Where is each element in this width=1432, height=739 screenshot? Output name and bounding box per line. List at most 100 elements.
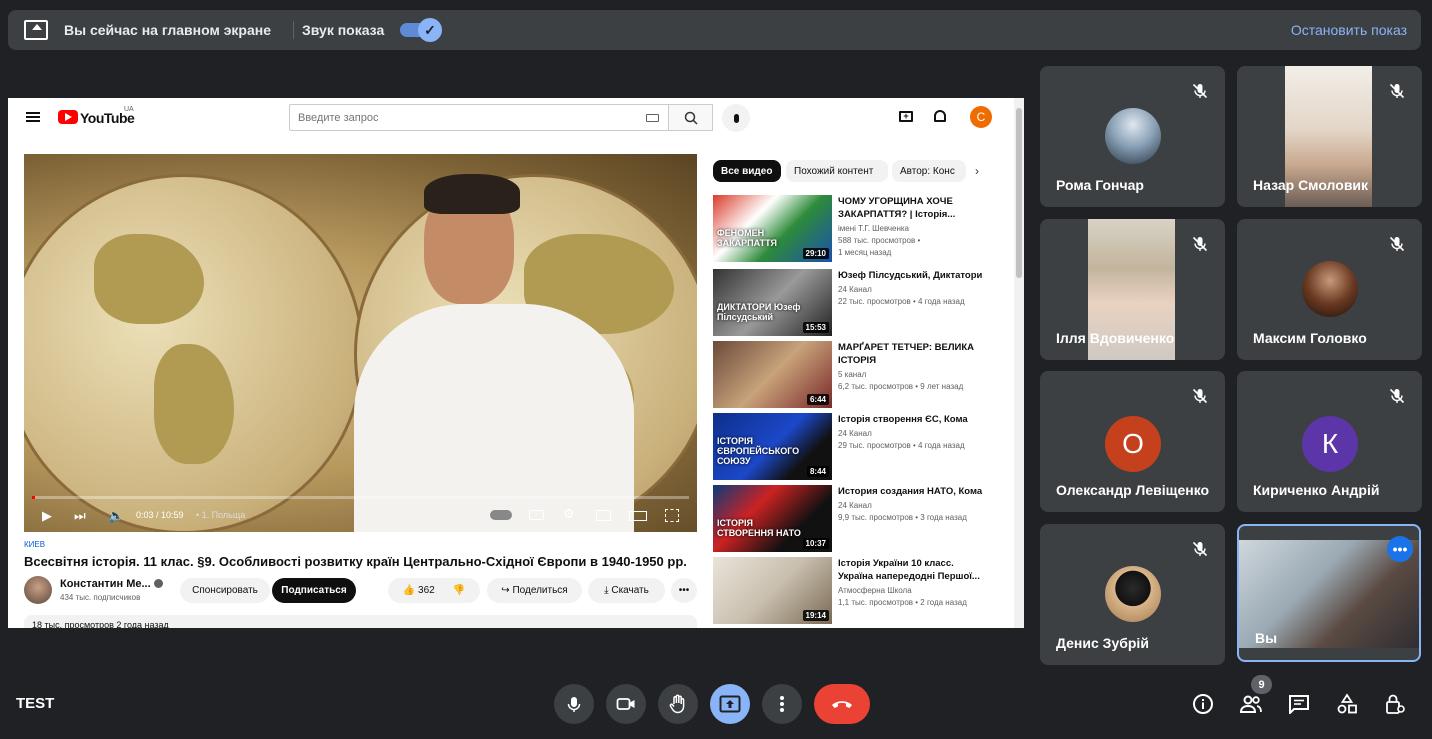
present-now-button[interactable] (710, 684, 750, 724)
recommendation-title[interactable]: МАРҐАРЕТ ТЕТЧЕР: ВЕЛИКА ІСТОРІЯ (838, 341, 988, 367)
video-thumbnail[interactable]: ДИКТАТОРИ Юзеф Пілсудський 15:53 (713, 269, 832, 336)
participant-tile[interactable]: Максим Головко (1237, 219, 1422, 360)
mic-icon (567, 697, 581, 712)
subtitles-icon[interactable] (529, 510, 544, 520)
participant-tile[interactable]: ••• Вы (1237, 524, 1421, 662)
like-button[interactable]: 👍 362 (403, 585, 435, 596)
recommendation-item[interactable]: ІСТОРІЯ СТВОРЕННЯ НАТО 10:37 История созда… (713, 485, 1013, 553)
description-box[interactable]: 18 тыс. просмотров 2 года назад (24, 615, 697, 628)
channel-tag[interactable]: КИЕВ (24, 540, 45, 549)
chip-author[interactable]: Автор: Конс (892, 160, 966, 182)
keyboard-icon[interactable] (646, 114, 659, 122)
recommendation-title[interactable]: ЧОМУ УГОРЩИНА ХОЧЕ ЗАКАРПАТТЯ? | Історія… (838, 195, 988, 221)
participant-tile[interactable]: Назар Смоловик (1237, 66, 1422, 207)
recommendation-channel[interactable]: Атмосферна Школа (838, 585, 988, 597)
mic-icon (733, 113, 739, 123)
meeting-details-button[interactable] (1189, 690, 1217, 718)
participant-name: Ілля Вдовиченко (1056, 330, 1175, 346)
video-chapter[interactable]: • 1. Польща (196, 510, 245, 520)
mic-off-icon (1189, 538, 1211, 560)
participant-tile[interactable]: Ілля Вдовиченко (1040, 219, 1225, 360)
page-scrollbar[interactable] (1014, 98, 1024, 628)
recommendation-item[interactable]: ДИКТАТОРИ Юзеф Пілсудський 15:53 Юзеф Пілс… (713, 269, 1013, 337)
chevron-right-icon[interactable]: › (975, 164, 979, 178)
theater-mode-icon[interactable] (629, 511, 647, 521)
notifications-icon[interactable] (934, 110, 946, 122)
people-button[interactable] (1237, 690, 1265, 718)
recommendation-item[interactable]: 19:14 Історія України 10 класс. Україна н… (713, 557, 1013, 625)
participant-tile[interactable]: Рома Гончар (1040, 66, 1225, 207)
mic-off-icon (1189, 385, 1211, 407)
video-progress-bar[interactable] (32, 496, 689, 499)
progress-fill (32, 496, 36, 499)
volume-icon[interactable]: 🔈 (108, 508, 124, 524)
microphone-button[interactable] (554, 684, 594, 724)
recommendation-channel[interactable]: 24 Канал (838, 500, 988, 512)
chip-all[interactable]: Все видео (713, 160, 781, 182)
video-player[interactable]: ▶ ⏭ 🔈 0:03 / 10:59 • 1. Польща ⚙ (24, 154, 697, 532)
recommendation-title[interactable]: Історія створення ЄС, Кома (838, 413, 988, 426)
thumbnail-caption: ІСТОРІЯ СТВОРЕННЯ НАТО (717, 518, 801, 538)
participant-name: Денис Зубрій (1056, 635, 1149, 651)
subscribe-button[interactable]: Подписаться (272, 578, 356, 603)
presentation-sound-toggle[interactable]: ✓ (400, 18, 442, 42)
chat-icon (1289, 695, 1309, 714)
participant-avatar (1105, 566, 1161, 622)
next-icon[interactable]: ⏭ (74, 508, 86, 524)
fullscreen-icon[interactable] (665, 509, 679, 522)
more-options-button[interactable] (762, 684, 802, 724)
video-thumbnail[interactable]: ІСТОРІЯ ЄВРОПЕЙСЬКОГО СОЮЗУ 8:44 (713, 413, 832, 480)
menu-icon[interactable] (26, 112, 40, 122)
info-icon (1193, 694, 1213, 714)
participant-tile[interactable]: Денис Зубрій (1040, 524, 1225, 665)
download-button[interactable]: ⤓ Скачать (588, 578, 665, 603)
settings-gear-icon[interactable]: ⚙ (563, 506, 575, 522)
more-actions-button[interactable]: ••• (671, 578, 697, 603)
recommendation-channel[interactable]: імені Т.Г. Шевченка (838, 223, 988, 235)
recommendation-channel[interactable]: 5 канал (838, 369, 988, 381)
search-input[interactable] (289, 104, 669, 131)
recommendation-channel[interactable]: 24 Канал (838, 284, 988, 296)
stop-presenting-button[interactable]: Остановить показ (1291, 22, 1407, 38)
camera-button[interactable] (606, 684, 646, 724)
leave-call-button[interactable] (814, 684, 870, 724)
raise-hand-button[interactable] (658, 684, 698, 724)
recommendation-item[interactable]: ФЕНОМЕН ЗАКАРПАТТЯ 29:10 ЧОМУ УГОРЩИНА ХОЧ… (713, 195, 1013, 263)
mic-off-icon (1189, 80, 1211, 102)
recommendation-views: 29 тыс. просмотров • 4 года назад (838, 441, 965, 450)
host-controls-button[interactable] (1381, 690, 1409, 718)
youtube-logo-icon[interactable] (58, 110, 78, 124)
scrollbar-thumb[interactable] (1016, 108, 1022, 278)
video-thumbnail[interactable]: ФЕНОМЕН ЗАКАРПАТТЯ 29:10 (713, 195, 832, 262)
recommendation-title[interactable]: История создания НАТО, Кома (838, 485, 988, 498)
video-title: Всесвітня історія. 11 клас. §9. Особливо… (24, 554, 687, 569)
present-screen-icon (719, 695, 741, 713)
recommendation-title[interactable]: Історія України 10 класс. Україна напере… (838, 557, 988, 583)
chat-button[interactable] (1285, 690, 1313, 718)
recommendation-item[interactable]: ІСТОРІЯ ЄВРОПЕЙСЬКОГО СОЮЗУ 8:44 Історія с… (713, 413, 1013, 481)
play-icon[interactable]: ▶ (42, 508, 52, 524)
channel-avatar[interactable] (24, 576, 52, 604)
miniplayer-icon[interactable] (596, 510, 611, 521)
create-video-icon[interactable]: + (899, 111, 913, 122)
activities-button[interactable] (1333, 690, 1361, 718)
channel-name[interactable]: Константин Ме... (60, 578, 151, 590)
account-avatar[interactable]: C (970, 106, 992, 128)
search-button[interactable] (669, 104, 713, 131)
video-thumbnail[interactable]: 6:44 (713, 341, 832, 408)
participant-tile[interactable]: О Олександр Левіщенко (1040, 371, 1225, 512)
participant-tile[interactable]: К Кириченко Андрій (1237, 371, 1422, 512)
share-button[interactable]: ↪ Поделиться (487, 578, 582, 603)
video-thumbnail[interactable]: ІСТОРІЯ СТВОРЕННЯ НАТО 10:37 (713, 485, 832, 552)
thumbnail-caption: ФЕНОМЕН ЗАКАРПАТТЯ (717, 228, 777, 248)
autoplay-toggle-icon[interactable] (490, 510, 512, 520)
sponsor-button[interactable]: Спонсировать (180, 578, 270, 603)
dislike-icon[interactable]: 👎 (453, 585, 465, 596)
voice-search-button[interactable] (722, 104, 750, 132)
recommendation-item[interactable]: 6:44 МАРҐАРЕТ ТЕТЧЕР: ВЕЛИКА ІСТОРІЯ 5 кан… (713, 341, 1013, 409)
more-options-icon[interactable]: ••• (1387, 536, 1413, 562)
recommendation-channel[interactable]: 24 Канал (838, 428, 988, 440)
recommendation-title[interactable]: Юзеф Пілсудський, Диктатори (838, 269, 988, 282)
video-thumbnail[interactable]: 19:14 (713, 557, 832, 624)
chip-related[interactable]: Похожий контент (786, 160, 888, 182)
